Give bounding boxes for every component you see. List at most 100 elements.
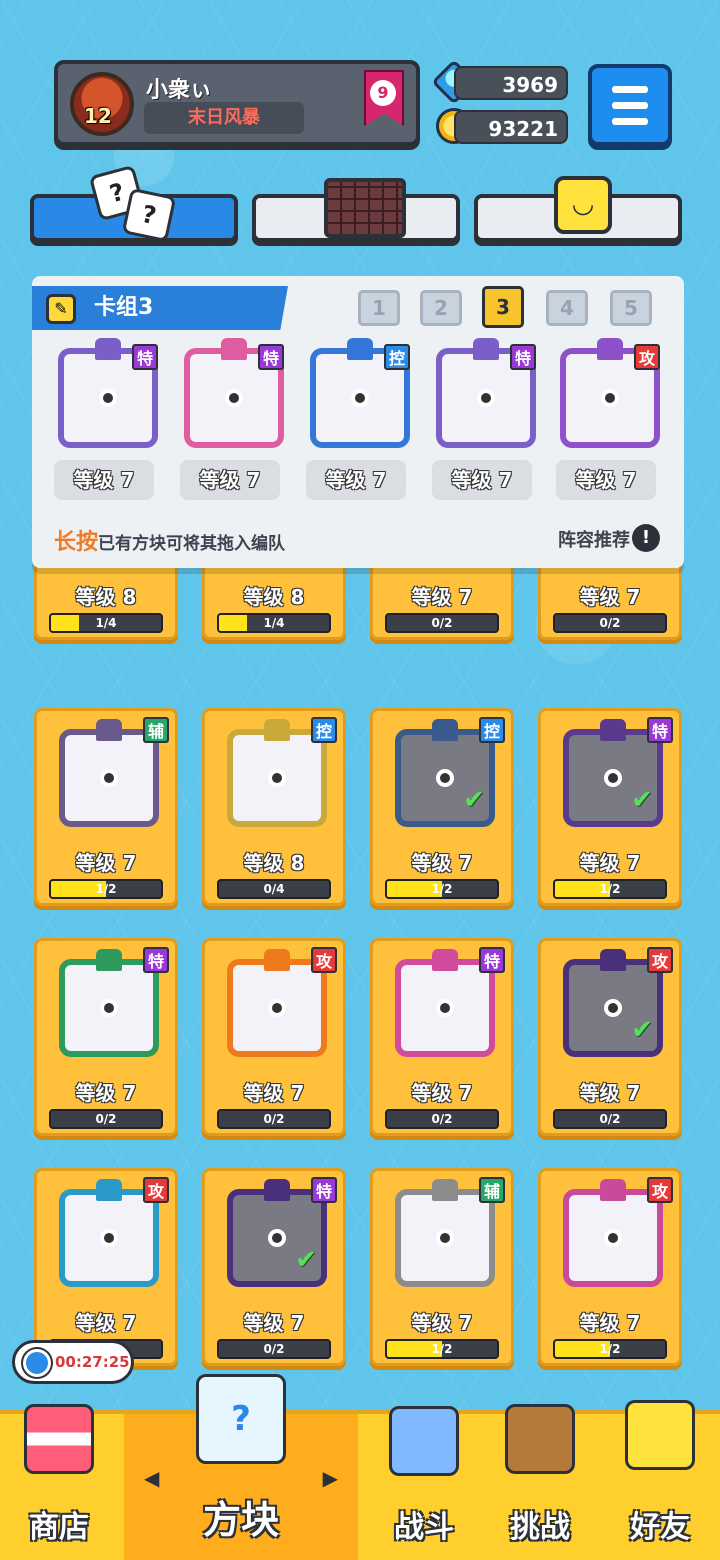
- progress-text: 0/2: [263, 1112, 285, 1126]
- dragon-horn-icon: [347, 338, 373, 360]
- progress-text: 0/2: [599, 616, 621, 630]
- nav-blocks[interactable]: ? ◀ ▶ 方块: [124, 1374, 358, 1560]
- deck-tab-1[interactable]: 1: [358, 290, 400, 326]
- nav-shop-label: 商店: [29, 1510, 89, 1545]
- lineup-recommend-button[interactable]: 阵容推荐: [558, 526, 630, 552]
- block-card[interactable]: 特 ✔ 等级 7 0/2: [202, 1168, 346, 1366]
- block-frame: [395, 949, 495, 1057]
- hint-highlight: 长按: [54, 530, 99, 555]
- arrow-left-icon[interactable]: ◀: [144, 1466, 159, 1490]
- equipped-check-icon: ✔: [631, 1015, 653, 1045]
- dragon-horn-icon: [432, 1179, 458, 1201]
- progress-text: 1/2: [431, 882, 453, 896]
- block-card[interactable]: 特等级 7 0/2: [34, 938, 178, 1136]
- block-frame: [59, 949, 159, 1057]
- deck-tab-3[interactable]: 3: [482, 286, 524, 328]
- block-card[interactable]: 控等级 8 0/4: [202, 708, 346, 906]
- smile-emoji-icon: ◡: [554, 176, 612, 234]
- block-core-icon: [436, 999, 454, 1017]
- deck-tab-5[interactable]: 5: [610, 290, 652, 326]
- deck-slot[interactable]: 特: [180, 338, 290, 456]
- nav-challenge[interactable]: 挑战: [484, 1404, 596, 1560]
- hint-text: 已有方块可将其拖入编队: [98, 534, 286, 554]
- block-card[interactable]: 攻 ✔ 等级 7 0/2: [538, 938, 682, 1136]
- tab-board[interactable]: [252, 178, 460, 242]
- block-card[interactable]: 特等级 7 0/2: [370, 938, 514, 1136]
- block-core-icon: [601, 389, 619, 407]
- progress-text: 0/2: [263, 1342, 285, 1356]
- tab-emoji[interactable]: ◡: [474, 176, 682, 242]
- block-card[interactable]: 辅等级 7 1/2: [34, 708, 178, 906]
- dragon-horn-icon: [96, 949, 122, 971]
- block-core-icon: [100, 769, 118, 787]
- menu-icon: [612, 86, 648, 93]
- block-core-icon: [268, 769, 286, 787]
- block-core-icon: [99, 389, 117, 407]
- dragon-horn-icon: [221, 338, 247, 360]
- type-badge: 控: [311, 717, 337, 743]
- type-badge: 控: [384, 344, 410, 370]
- block-frame: [227, 719, 327, 827]
- nav-challenge-label: 挑战: [510, 1510, 570, 1545]
- nav-battle-label: 战斗: [394, 1510, 454, 1545]
- pencil-edit-icon[interactable]: ✎: [46, 294, 76, 324]
- block-card[interactable]: 特 ✔ 等级 7 1/2: [538, 708, 682, 906]
- dragon-horn-icon: [264, 719, 290, 741]
- nav-shop[interactable]: 商店: [0, 1404, 118, 1560]
- equipped-check-icon: ✔: [295, 1245, 317, 1275]
- block-card[interactable]: 攻等级 70/2: [34, 1168, 178, 1366]
- block-frame: [59, 719, 159, 827]
- exclamation-icon[interactable]: !: [632, 524, 660, 552]
- deck-slot-level: 等级 7: [54, 460, 154, 500]
- sword-shield-icon: [389, 1406, 459, 1476]
- menu-button[interactable]: [588, 64, 672, 146]
- gold-counter[interactable]: 93221: [454, 110, 568, 144]
- upgrade-progress-bar: 0/2: [553, 1109, 667, 1129]
- block-core-icon: [351, 389, 369, 407]
- block-core-icon: [477, 389, 495, 407]
- deck-tab-2[interactable]: 2: [420, 290, 462, 326]
- shop-timer: 00:27:25: [12, 1340, 134, 1384]
- type-badge: 特: [132, 344, 158, 370]
- nav-battle[interactable]: 战斗: [364, 1406, 484, 1560]
- tab-dice[interactable]: ? ?: [30, 164, 238, 243]
- player-profile[interactable]: 12 小衆ぃ 末日风暴 9: [54, 60, 420, 146]
- deck-slot[interactable]: 特: [432, 338, 542, 456]
- card-level: 等级 7: [243, 1311, 305, 1335]
- progress-text: 0/2: [599, 1112, 621, 1126]
- block-core-icon: [225, 389, 243, 407]
- progress-text: 1/2: [95, 882, 117, 896]
- card-level: 等级 7: [411, 1311, 473, 1335]
- bottom-nav: 商店 ? ◀ ▶ 方块 战斗 挑战 好友: [0, 1374, 720, 1560]
- deck-slot[interactable]: 特: [54, 338, 164, 456]
- type-badge: 攻: [311, 947, 337, 973]
- equipped-check-icon: ✔: [631, 785, 653, 815]
- card-level: 等级 7: [411, 1081, 473, 1105]
- deck-slot[interactable]: 攻: [556, 338, 666, 456]
- deck-slot[interactable]: 控: [306, 338, 416, 456]
- nav-friends[interactable]: 好友: [600, 1400, 720, 1560]
- block-card[interactable]: 攻等级 70/2: [202, 938, 346, 1136]
- dragon-horn-icon: [432, 719, 458, 741]
- upgrade-progress-bar: 1/2: [553, 1339, 667, 1359]
- arrow-right-icon[interactable]: ▶: [323, 1466, 338, 1490]
- deck-slot-level: 等级 7: [180, 460, 280, 500]
- block-card[interactable]: 控 ✔ 等级 7 1/2: [370, 708, 514, 906]
- upgrade-progress-bar: 1/4: [217, 613, 331, 633]
- dragon-horn-icon: [600, 949, 626, 971]
- deck-tab-4[interactable]: 4: [546, 290, 588, 326]
- card-level: 等级 8: [243, 585, 305, 609]
- upgrade-progress-bar: 1/2: [49, 879, 163, 899]
- equipped-check-icon: ✔: [463, 785, 485, 815]
- card-level: 等级 7: [579, 585, 641, 609]
- block-frame: [395, 1179, 495, 1287]
- deck-slot-level: 等级 7: [306, 460, 406, 500]
- block-card[interactable]: 辅等级 7 1/2: [370, 1168, 514, 1366]
- shop-icon: [24, 1404, 94, 1474]
- gem-counter[interactable]: 3969: [454, 66, 568, 100]
- upgrade-progress-bar: 0/2: [385, 1109, 499, 1129]
- block-card[interactable]: 攻等级 7 1/2: [538, 1168, 682, 1366]
- type-badge: 特: [647, 717, 673, 743]
- block-core-icon: [268, 999, 286, 1017]
- nav-blocks-label: 方块: [202, 1498, 279, 1542]
